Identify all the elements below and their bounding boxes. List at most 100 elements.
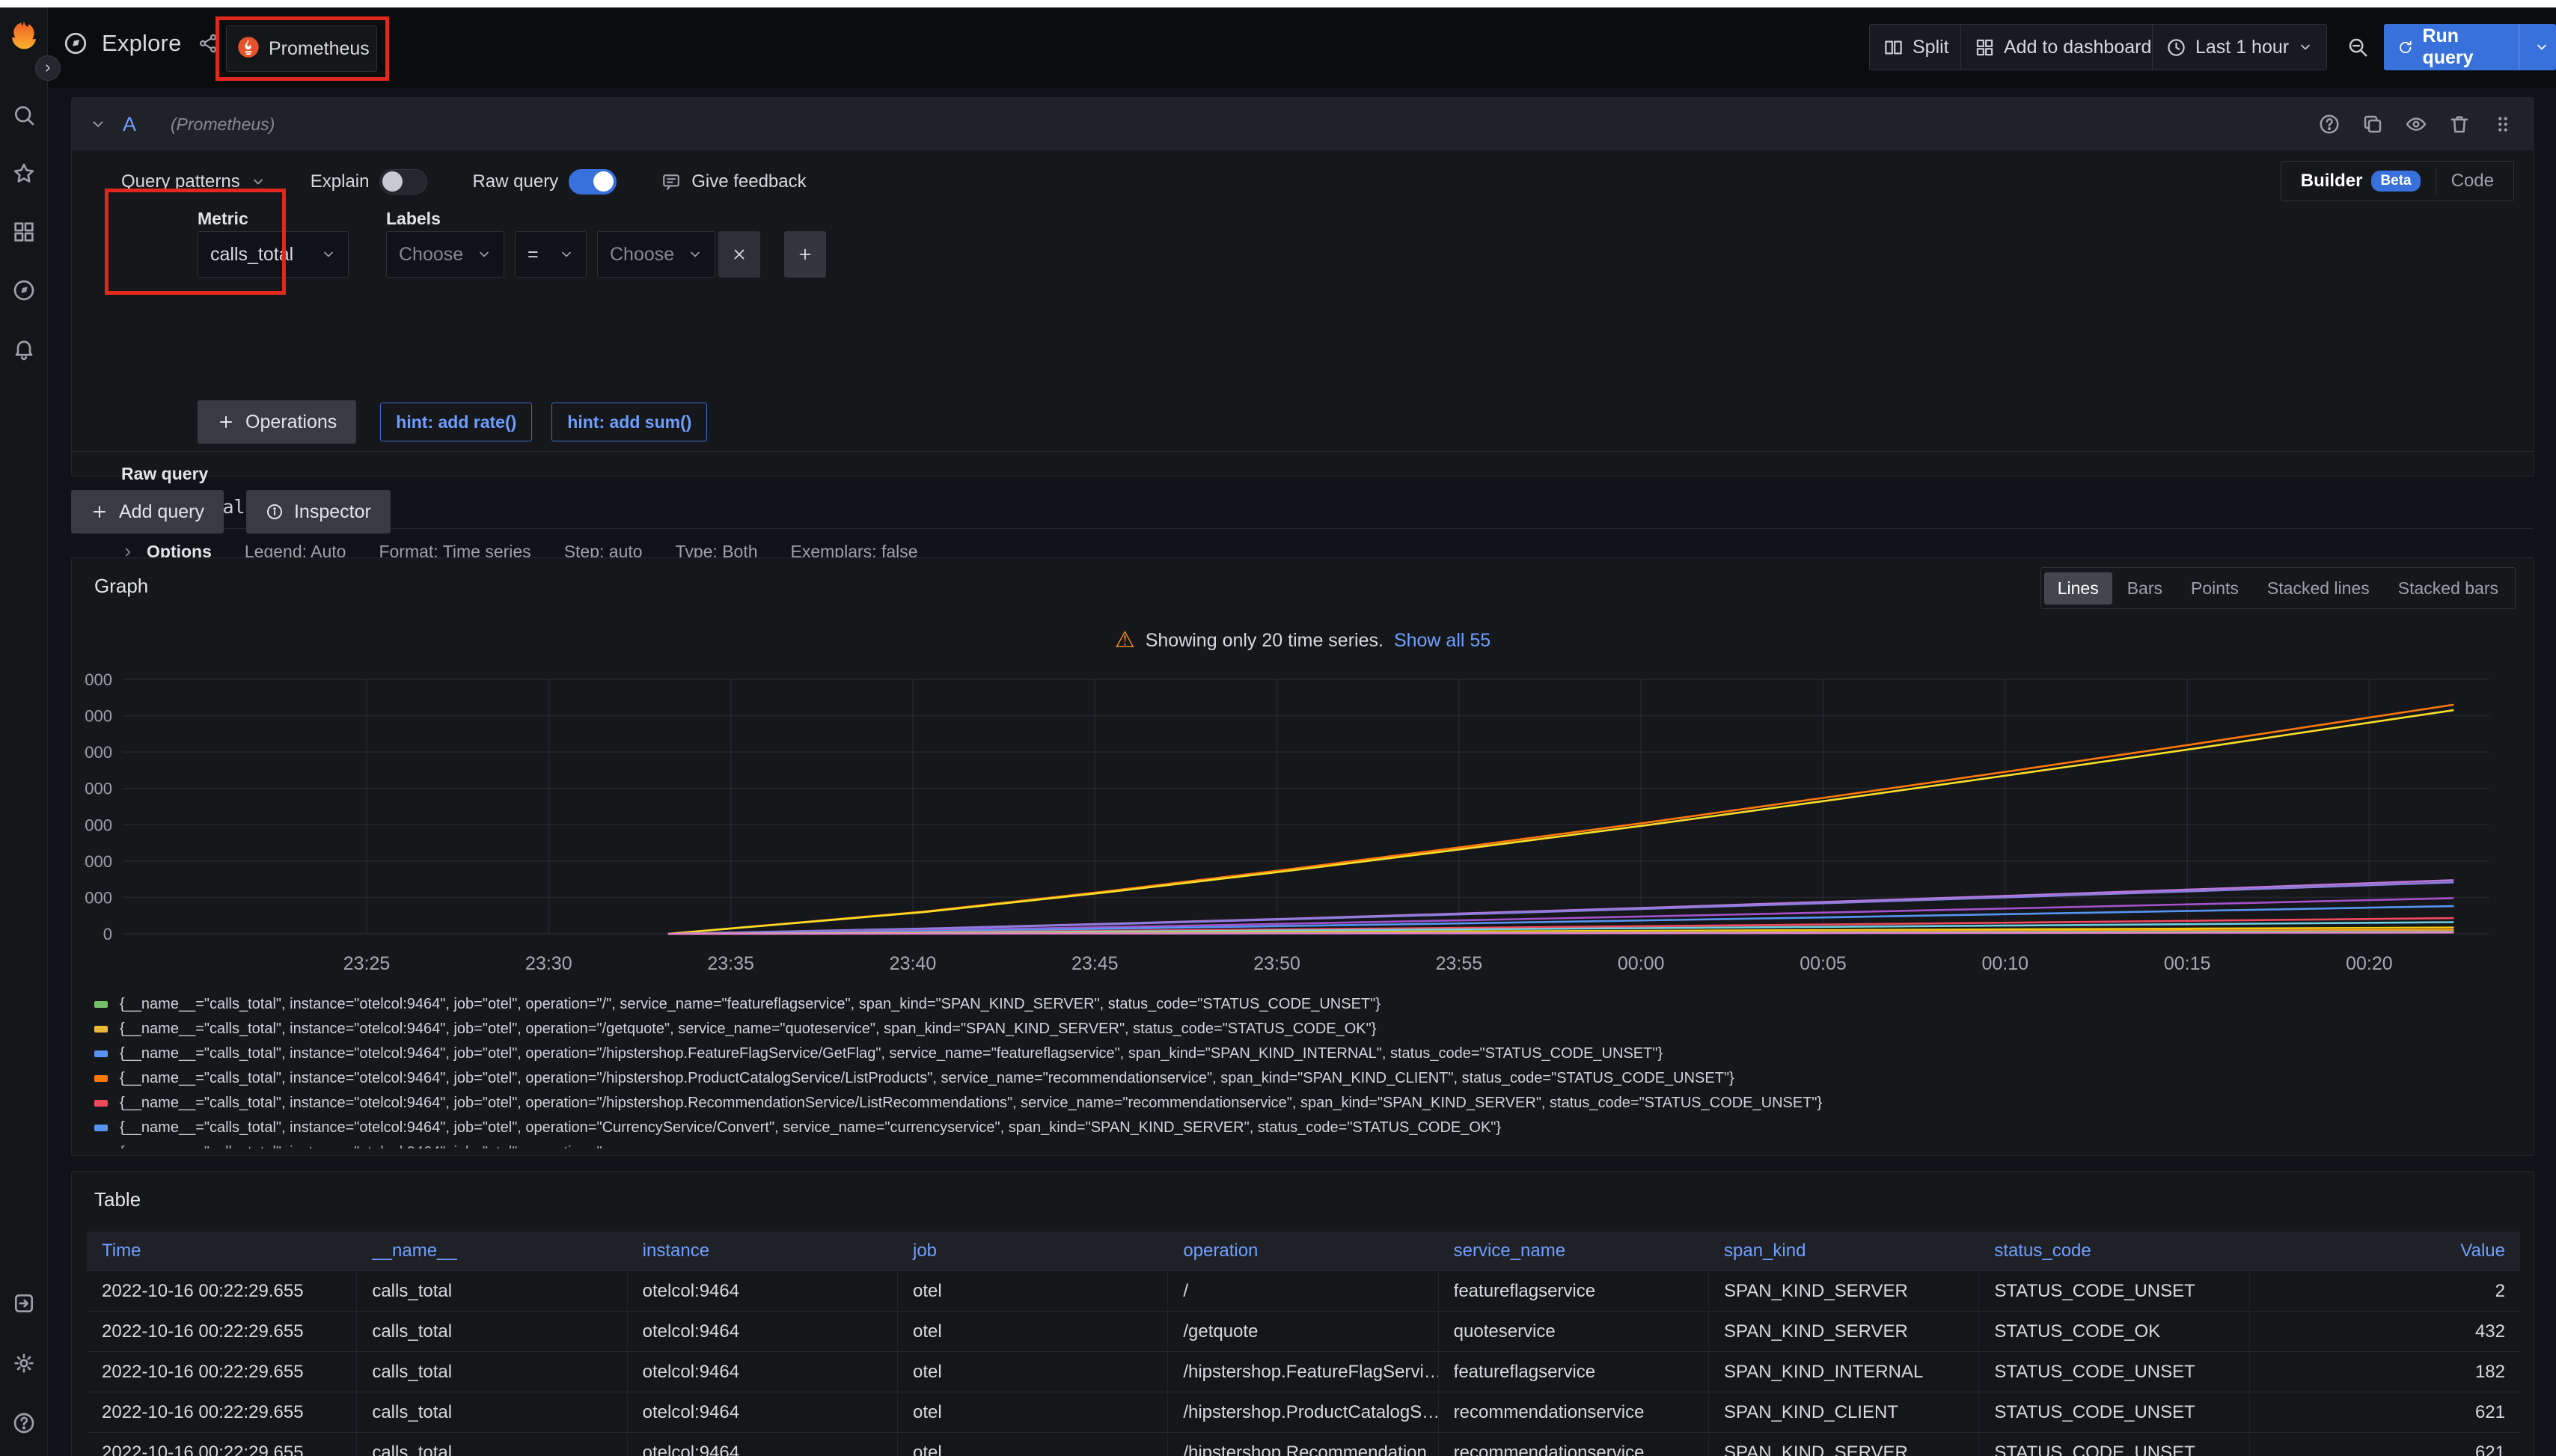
- table-cell: /hipstershop.FeatureFlagServi…: [1168, 1352, 1438, 1392]
- code-tab[interactable]: Code: [2436, 168, 2509, 194]
- search-icon[interactable]: [12, 103, 36, 127]
- remove-label-filter-button[interactable]: [718, 231, 760, 278]
- column-header-operation[interactable]: operation: [1168, 1232, 1438, 1270]
- add-operation-button[interactable]: Operations: [198, 400, 356, 444]
- label-value-placeholder: Choose: [610, 244, 674, 266]
- label-key-select[interactable]: Choose: [386, 231, 504, 278]
- table-row: 2022-10-16 00:22:29.655calls_totalotelco…: [87, 1311, 2520, 1351]
- query-help-icon[interactable]: [2317, 111, 2342, 137]
- give-feedback-link[interactable]: Give feedback: [661, 171, 806, 192]
- legend-item[interactable]: {__name__="calls_total", instance="otelc…: [94, 1017, 2519, 1041]
- raw-query-toggle[interactable]: [569, 169, 617, 195]
- table-row: 2022-10-16 00:22:29.655calls_totalotelco…: [87, 1351, 2520, 1392]
- column-header-service-name[interactable]: service_name: [1439, 1232, 1709, 1270]
- legend-item[interactable]: {__name__="calls_total", instance="otelc…: [94, 1116, 2519, 1140]
- legend-swatch: [94, 1050, 108, 1057]
- explain-toggle-group: Explain: [311, 169, 428, 195]
- query-editor-panel: A (Prometheus) Query patterns Explain Ra: [71, 97, 2534, 477]
- legend-item[interactable]: {__name__="calls_total", instance="otelc…: [94, 1140, 2519, 1148]
- column-header-status-code[interactable]: status_code: [1979, 1232, 2249, 1270]
- query-row-header[interactable]: A (Prometheus): [72, 98, 2534, 150]
- query-patterns-dropdown[interactable]: Query patterns: [121, 171, 266, 192]
- run-query-button[interactable]: Run query: [2384, 24, 2556, 70]
- svg-text:23:40: 23:40: [890, 953, 937, 974]
- graph-mode-bars[interactable]: Bars: [2114, 572, 2176, 605]
- add-query-label: Add query: [119, 501, 204, 523]
- table-cell: otel: [898, 1271, 1168, 1311]
- metric-select[interactable]: calls_total: [198, 231, 349, 278]
- split-button[interactable]: Split: [1869, 24, 1963, 70]
- table-cell: 2022-10-16 00:22:29.655: [87, 1271, 357, 1311]
- column-header-span-kind[interactable]: span_kind: [1709, 1232, 1979, 1270]
- explore-compass-icon: [63, 31, 88, 56]
- legend-item[interactable]: {__name__="calls_total", instance="otelc…: [94, 1066, 2519, 1091]
- page-title: Explore: [102, 30, 182, 57]
- legend-swatch: [94, 1100, 108, 1107]
- add-query-button[interactable]: Add query: [71, 490, 224, 533]
- chevron-right-icon: [121, 545, 135, 559]
- query-hint-button-2[interactable]: hint: add sum(): [551, 403, 707, 441]
- table-cell: /hipstershop.Recommendation…: [1168, 1433, 1438, 1456]
- time-series-chart[interactable]: 0200040006000800010000120001400023:2523:…: [84, 670, 2523, 985]
- svg-text:2000: 2000: [84, 888, 112, 907]
- table-cell: SPAN_KIND_SERVER: [1709, 1312, 1979, 1351]
- query-hint-button-1[interactable]: hint: add rate(): [380, 403, 532, 441]
- label-key-placeholder: Choose: [399, 244, 463, 266]
- graph-mode-lines[interactable]: Lines: [2044, 572, 2112, 605]
- give-feedback-label: Give feedback: [691, 171, 806, 192]
- graph-mode-stacked-lines[interactable]: Stacked lines: [2254, 572, 2383, 605]
- sidebar-expand-button[interactable]: [35, 55, 61, 81]
- column-header-job[interactable]: job: [898, 1232, 1168, 1270]
- settings-gear-icon[interactable]: [12, 1351, 36, 1375]
- grafana-logo[interactable]: [6, 18, 42, 54]
- table-cell: otel: [898, 1433, 1168, 1456]
- legend-label: {__name__="calls_total", instance="otelc…: [120, 1021, 1376, 1038]
- graph-mode-points[interactable]: Points: [2177, 572, 2252, 605]
- datasource-picker[interactable]: Prometheus: [226, 25, 377, 72]
- share-icon[interactable]: [195, 31, 221, 56]
- add-to-dashboard-button[interactable]: Add to dashboard: [1960, 24, 2165, 70]
- builder-tab[interactable]: Builder Beta: [2286, 171, 2436, 192]
- table-cell: otel: [898, 1312, 1168, 1351]
- remove-query-trash-icon[interactable]: [2447, 111, 2472, 137]
- svg-text:00:00: 00:00: [1618, 953, 1665, 974]
- table-cell: 2022-10-16 00:22:29.655: [87, 1433, 357, 1456]
- show-all-series-link[interactable]: Show all 55: [1394, 630, 1491, 652]
- drag-handle-icon[interactable]: [2490, 111, 2516, 137]
- explore-actions-row: Add query Inspector: [71, 490, 391, 533]
- legend-item[interactable]: {__name__="calls_total", instance="otelc…: [94, 1091, 2519, 1116]
- run-query-dropdown[interactable]: [2528, 24, 2556, 70]
- explore-compass-icon[interactable]: [12, 278, 36, 302]
- graph-mode-switcher: LinesBarsPointsStacked linesStacked bars: [2040, 567, 2516, 609]
- label-value-select[interactable]: Choose: [597, 231, 715, 278]
- table-row: 2022-10-16 00:22:29.655calls_totalotelco…: [87, 1432, 2520, 1456]
- toggle-visibility-eye-icon[interactable]: [2403, 111, 2429, 137]
- raw-query-label: Raw query: [472, 171, 558, 192]
- legend-item[interactable]: {__name__="calls_total", instance="otelc…: [94, 1041, 2519, 1066]
- table-cell: otelcol:9464: [628, 1312, 898, 1351]
- svg-text:8000: 8000: [84, 780, 112, 798]
- sign-in-icon[interactable]: [12, 1291, 36, 1315]
- help-icon[interactable]: [12, 1411, 36, 1435]
- zoom-out-button[interactable]: [2333, 24, 2382, 70]
- starred-icon[interactable]: [12, 162, 36, 186]
- legend-item[interactable]: {__name__="calls_total", instance="otelc…: [94, 992, 2519, 1017]
- time-range-picker[interactable]: Last 1 hour: [2152, 24, 2327, 70]
- dashboards-icon[interactable]: [12, 220, 36, 244]
- inspector-button[interactable]: Inspector: [246, 490, 391, 533]
- table-cell: 432: [2250, 1312, 2520, 1351]
- graph-mode-stacked-bars[interactable]: Stacked bars: [2385, 572, 2512, 605]
- add-label-filter-button[interactable]: [784, 231, 826, 278]
- column-header-value[interactable]: Value: [2250, 1232, 2520, 1270]
- explain-toggle[interactable]: [379, 169, 427, 195]
- query-ref-id: A: [123, 113, 136, 136]
- column-header-instance[interactable]: instance: [628, 1232, 898, 1270]
- apps-grid-icon: [1975, 37, 1995, 58]
- label-operator-select[interactable]: =: [515, 231, 587, 278]
- duplicate-query-icon[interactable]: [2360, 111, 2385, 137]
- column-header--name-[interactable]: __name__: [357, 1232, 627, 1270]
- run-query-label: Run query: [2422, 25, 2495, 69]
- column-header-time[interactable]: Time: [87, 1232, 357, 1270]
- table-cell: 2022-10-16 00:22:29.655: [87, 1312, 357, 1351]
- alerting-bell-icon[interactable]: [12, 337, 36, 361]
